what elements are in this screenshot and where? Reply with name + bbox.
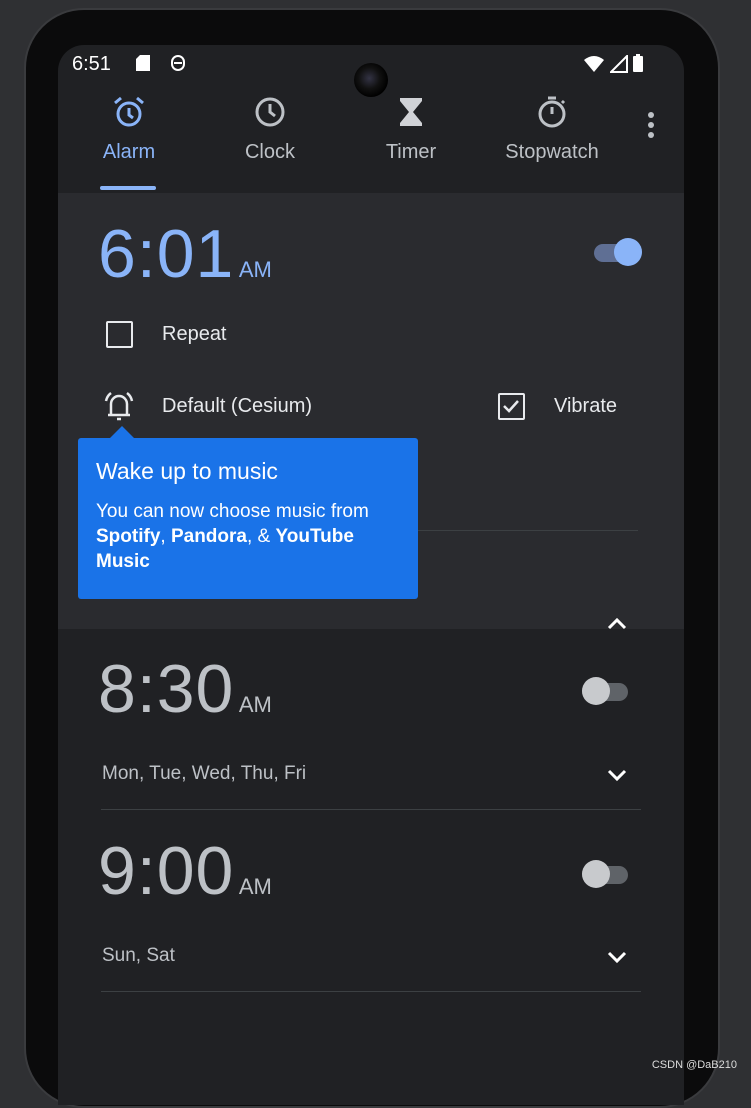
- ringtone-label[interactable]: Default (Cesium): [162, 395, 312, 418]
- sync-icon: [171, 55, 186, 71]
- wifi-icon: [584, 56, 605, 72]
- chevron-up-icon[interactable]: [607, 616, 627, 630]
- status-time: 6:51: [72, 53, 111, 75]
- repeat-label: Repeat: [162, 323, 227, 345]
- tab-clock[interactable]: Clock: [210, 95, 330, 164]
- vibrate-checkbox[interactable]: [498, 393, 525, 420]
- stopwatch-icon: [538, 96, 566, 128]
- watermark: CSDN @DaB210: [651, 1059, 737, 1071]
- tab-alarm[interactable]: Alarm: [69, 95, 189, 164]
- status-icons: [583, 53, 644, 78]
- chevron-down-icon[interactable]: [607, 951, 627, 965]
- alarm-time[interactable]: 6:01 AM: [98, 215, 272, 293]
- wake-up-music-tooltip[interactable]: Wake up to music You can now choose musi…: [78, 426, 418, 599]
- divider: [101, 809, 641, 810]
- bell-icon[interactable]: [102, 389, 136, 423]
- alarm-toggle[interactable]: [594, 238, 642, 266]
- hourglass-icon: [400, 98, 422, 126]
- clock-icon: [255, 97, 285, 127]
- tab-timer[interactable]: Timer: [351, 95, 471, 164]
- vibrate-label: Vibrate: [554, 395, 618, 417]
- tooltip-title: Wake up to music: [96, 458, 278, 484]
- repeat-checkbox[interactable]: [106, 321, 133, 348]
- status-bar: 6:51: [72, 53, 186, 76]
- alarm-days: Mon, Tue, Wed, Thu, Fri: [102, 763, 307, 784]
- screen: 6:51 Alarm Clock Timer Stopwatch 6:01 AM…: [58, 45, 684, 1105]
- alarm-toggle[interactable]: [582, 677, 630, 705]
- chevron-down-icon[interactable]: [607, 769, 627, 783]
- alarm-time[interactable]: 8:30 AM: [98, 650, 272, 728]
- tooltip-body: You can now choose music from Spotify, P…: [96, 501, 369, 572]
- divider: [101, 991, 641, 992]
- signal-icon: [608, 53, 628, 73]
- alarm-time[interactable]: 9:00 AM: [98, 832, 272, 910]
- alarm-icon: [114, 96, 144, 127]
- front-camera: [354, 63, 388, 97]
- battery-icon: [633, 54, 643, 72]
- alarm-days: Sun, Sat: [102, 945, 175, 966]
- tab-stopwatch[interactable]: Stopwatch: [492, 95, 612, 164]
- active-tab-indicator: [100, 186, 156, 190]
- check-icon: [503, 400, 519, 413]
- alarm-toggle[interactable]: [582, 860, 630, 888]
- more-options-icon[interactable]: [646, 111, 656, 139]
- sd-card-icon: [135, 55, 150, 71]
